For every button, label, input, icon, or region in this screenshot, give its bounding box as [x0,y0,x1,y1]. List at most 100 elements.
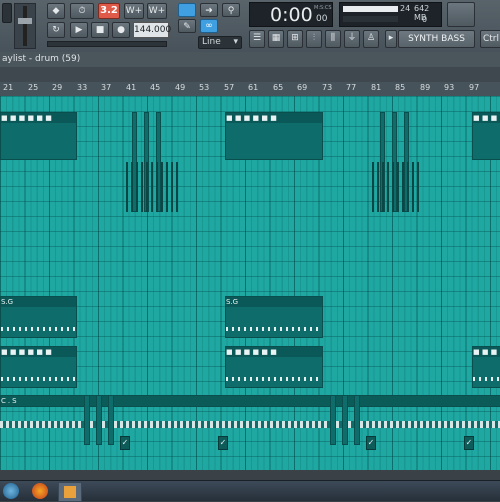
master-pitch-slider[interactable] [14,3,36,49]
piano-keys-icon[interactable] [178,3,196,17]
pattern-clip[interactable] [84,395,90,445]
main-toolbar: ◆ ⏱ 3.2 W+ W+ ↻ ▶ ■ ● 144.000 ➜ ⚲ ✎ ∞ Li… [0,0,500,53]
fill-notes [372,162,422,212]
polyphony-value: 0 [422,15,428,24]
hat-clip-row[interactable]: C.S [0,395,500,407]
pattern-clip[interactable]: ■ ■ ■ ■ ■ ■ [472,346,500,388]
pattern-clip[interactable] [342,395,348,445]
current-preset-display[interactable]: SYNTH BASS [398,30,475,48]
clip-header: ■ ■ ■ ■ ■ ■ [226,113,322,123]
playlist-icon[interactable]: ☰ [249,30,265,48]
ruler-tick: 41 [126,83,137,92]
pattern-number-display[interactable]: 3.2 [98,3,120,19]
clip-notes [1,377,76,381]
stamp-icon[interactable]: ⚲ [222,3,240,17]
automation-marker[interactable]: ✓ [218,436,228,450]
automation-marker[interactable]: ✓ [366,436,376,450]
pattern-clip[interactable]: S.G [225,296,323,338]
stop-button[interactable]: ■ [91,22,109,38]
fill-notes [126,162,178,212]
arrow-right-icon[interactable]: ➜ [200,3,218,17]
playlist-grid[interactable]: ■ ■ ■ ■ ■ ■ ■ ■ ■ ■ ■ ■ ■ ■ ■ ■ ■ ■ S.G … [0,96,500,470]
microphone-icon[interactable]: ♙ [363,30,379,48]
pattern-clip[interactable]: ■ ■ ■ ■ ■ ■ [0,346,77,388]
pattern-clip[interactable] [354,395,360,445]
chain-link-icon[interactable]: ∞ [200,19,218,33]
play-button[interactable]: ▶ [70,22,88,38]
ruler-tick: 21 [3,83,14,92]
metronome-button[interactable]: ⏱ [70,3,94,19]
memory-value: 642 MB [414,4,430,22]
online-news-button[interactable] [447,2,475,27]
clip-header: S.G [1,297,76,307]
cpu-meter [343,6,398,12]
pattern-clip[interactable] [108,395,114,445]
mixer-icon[interactable]: ⫶ [306,30,322,48]
automation-marker[interactable]: ✓ [464,436,474,450]
ruler-tick: 69 [297,83,308,92]
clip-header: ■ ■ ■ ■ ■ ■ [473,113,500,123]
time-unit-label: M:S:CS [314,5,332,11]
clip-header: ■ ■ ■ ■ ■ ■ [473,347,500,357]
clip-header: ■ ■ ■ ■ ■ ■ [1,347,76,357]
main-volume-knob[interactable] [2,3,12,23]
ctrl-button[interactable]: Ctrl [480,30,500,48]
ruler-tick: 37 [101,83,112,92]
ruler-tick: 77 [346,83,357,92]
record-button[interactable]: ● [112,22,130,38]
hat-notes-strip [0,421,500,428]
time-display[interactable]: 0:00 M:S:CS 00 [249,2,333,27]
slider-handle[interactable] [18,18,32,24]
snap-select[interactable]: Line ▾ [198,36,242,49]
ruler-tick: 49 [175,83,186,92]
clip-notes [1,327,76,331]
step-edit-button[interactable]: W+ [124,3,144,19]
ruler-tick: 33 [77,83,88,92]
ruler-tick: 73 [322,83,333,92]
channel-rack-icon[interactable]: ▦ [268,30,284,48]
pattern-clip[interactable]: ■ ■ ■ ■ ■ ■ [225,346,323,388]
firefox-icon[interactable] [32,483,48,499]
ruler-tick: 97 [469,83,480,92]
fl-studio-taskbar-icon[interactable] [58,482,82,502]
polyphony-meter [343,16,398,22]
overdub-button[interactable]: W+ [147,3,167,19]
pattern-clip[interactable] [96,395,102,445]
ruler-tick: 61 [248,83,259,92]
pattern-clip[interactable]: ■ ■ ■ ■ ■ ■ [225,112,323,160]
plugin-plug-icon[interactable]: ⏚ [344,30,360,48]
browser-icon[interactable]: ⫼ [325,30,341,48]
time-value: 0:00 [270,4,313,26]
pattern-clip[interactable]: ■ ■ ■ ■ ■ ■ [0,112,77,160]
playlist-toolbar-strip [0,67,500,82]
ruler-tick: 45 [150,83,161,92]
pattern-clip[interactable] [330,395,336,445]
pattern-clip[interactable]: S.G [0,296,77,338]
chevron-down-icon: ▾ [233,37,238,47]
ruler-tick: 85 [395,83,406,92]
pencil-icon[interactable]: ✎ [178,19,196,33]
snap-select-value: Line [202,37,221,47]
pattern-clip[interactable]: ■ ■ ■ ■ ■ ■ [472,112,500,160]
automation-marker[interactable]: ✓ [120,436,130,450]
song-position-slider[interactable] [47,41,167,47]
chevron-right-icon[interactable]: ▸ [385,30,397,48]
ruler-tick: 93 [444,83,455,92]
clip-notes [226,377,322,381]
clip-header: ■ ■ ■ ■ ■ ■ [226,347,322,357]
playlist-title: aylist - drum (59) [2,54,81,64]
timeline-ruler[interactable]: 21 25 29 33 37 41 45 49 53 57 61 65 69 7… [0,82,500,97]
pattern-song-mode-icon[interactable]: ◆ [47,3,65,19]
loop-record-icon[interactable]: ↻ [47,22,65,38]
tempo-display[interactable]: 144.000 [133,22,171,38]
os-taskbar [0,480,500,502]
piano-roll-icon[interactable]: ⊞ [287,30,303,48]
clip-notes [473,377,500,381]
ruler-tick: 57 [224,83,235,92]
cpu-value: 24 [400,4,411,13]
clip-header: C.S [1,397,19,405]
start-button-icon[interactable] [3,483,19,499]
ruler-tick: 81 [371,83,382,92]
ruler-tick: 29 [52,83,63,92]
time-centiseconds: 00 [316,14,328,24]
